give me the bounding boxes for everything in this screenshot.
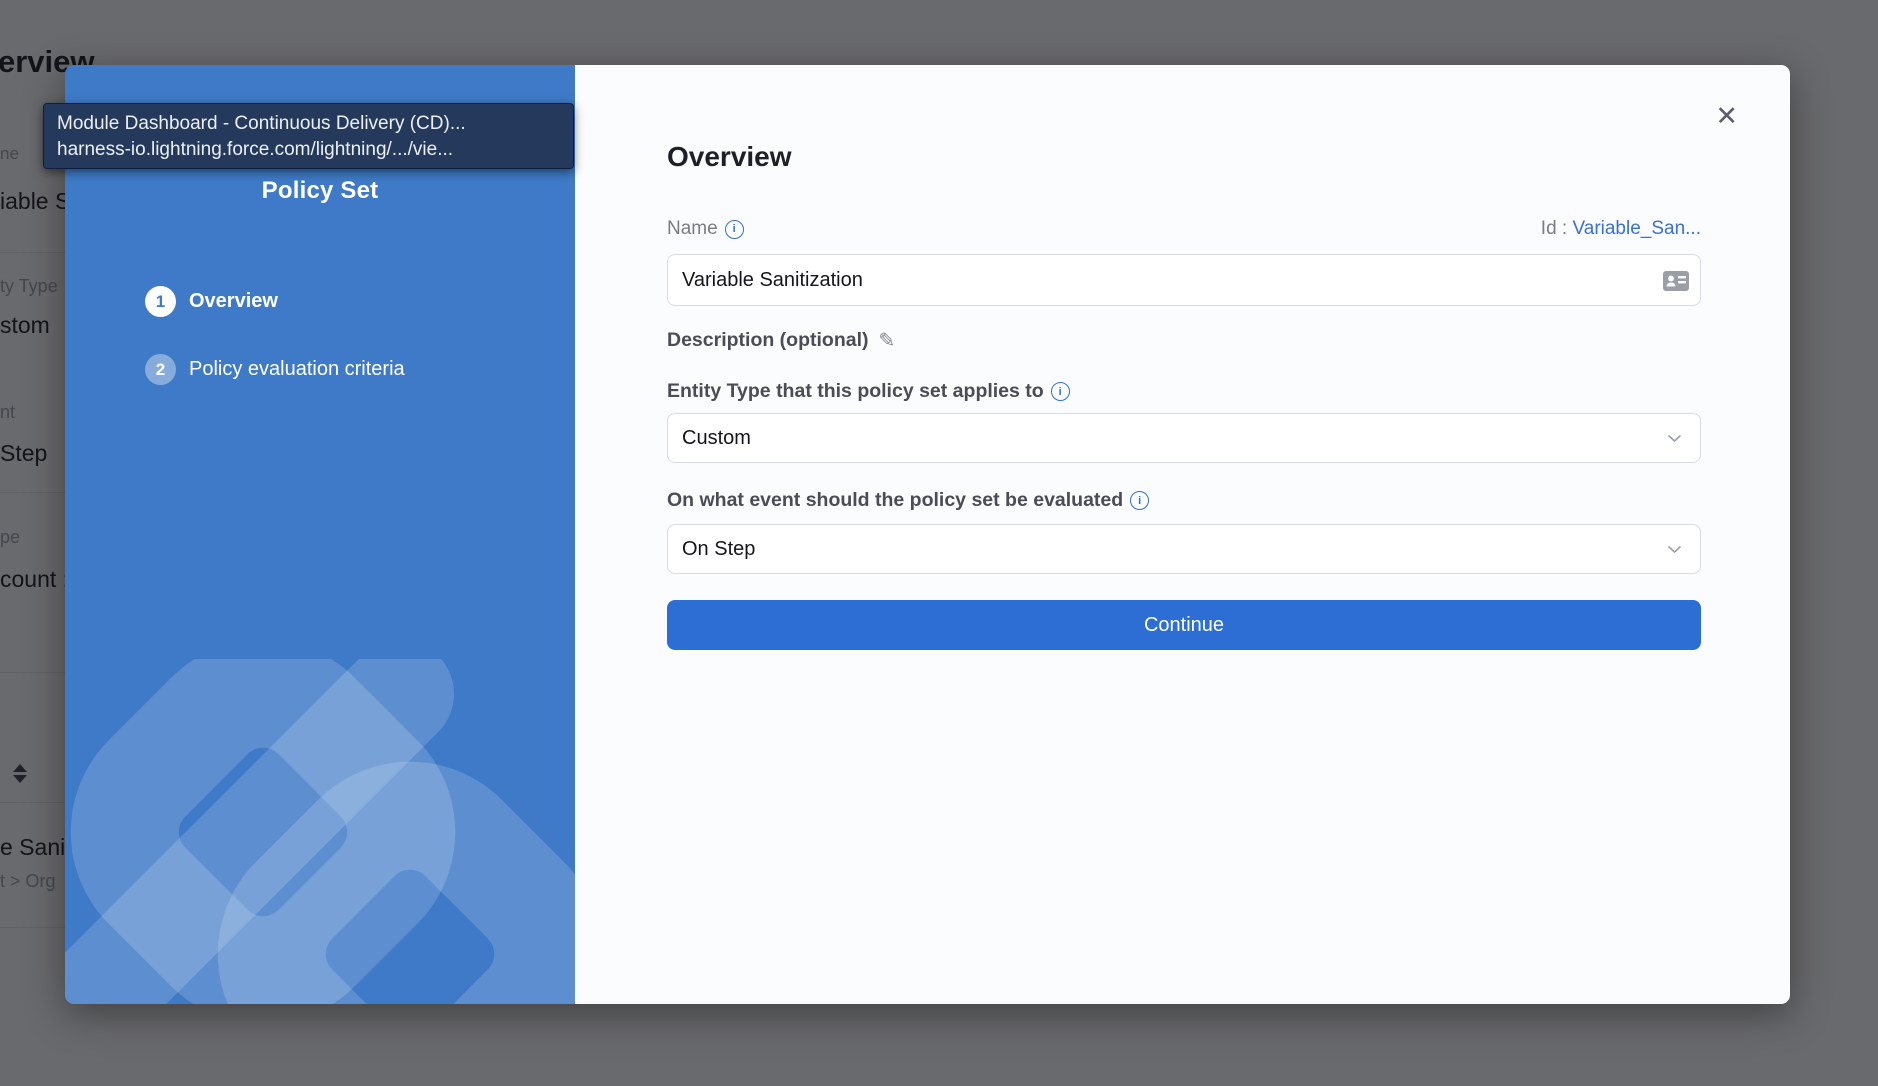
step-number-badge: 1 bbox=[145, 286, 176, 317]
event-label-row: On what event should the policy set be e… bbox=[667, 489, 1149, 512]
tooltip-url: harness-io.lightning.force.com/lightning… bbox=[57, 137, 560, 163]
event-value: On Step bbox=[682, 538, 755, 561]
step-label: Overview bbox=[189, 290, 278, 313]
entity-type-select[interactable]: Custom bbox=[667, 413, 1701, 463]
event-label: On what event should the policy set be e… bbox=[667, 489, 1123, 512]
entity-type-label: Entity Type that this policy set applies… bbox=[667, 380, 1044, 403]
info-icon[interactable]: i bbox=[1130, 491, 1149, 510]
entity-type-value: Custom bbox=[682, 427, 751, 450]
page-title: Overview bbox=[667, 141, 792, 173]
id-prefix-label: Id : bbox=[1541, 218, 1567, 239]
link-preview-tooltip: Module Dashboard - Continuous Delivery (… bbox=[43, 103, 574, 169]
id-value-link[interactable]: Variable_San... bbox=[1572, 218, 1701, 239]
wizard-title: Policy Set bbox=[65, 177, 575, 205]
contact-card-icon[interactable] bbox=[1663, 271, 1689, 296]
chevron-down-icon bbox=[1667, 434, 1682, 443]
event-select[interactable]: On Step bbox=[667, 524, 1701, 574]
policy-set-modal: Policy Set 1 Overview 2 Policy evaluatio… bbox=[65, 65, 1790, 1004]
description-label-row: Description (optional) ✎ bbox=[667, 328, 895, 353]
harness-logo-watermark bbox=[65, 659, 575, 1004]
overview-form-panel: ✕ Overview Name i Id : Variable_San... bbox=[575, 65, 1790, 1004]
screen: erview ne iable S ty Type stom nt Step p… bbox=[0, 0, 1878, 1086]
wizard-step-policy-evaluation-criteria[interactable]: 2 Policy evaluation criteria bbox=[145, 354, 405, 385]
wizard-steps: 1 Overview 2 Policy evaluation criteria bbox=[145, 286, 405, 422]
wizard-sidebar: Policy Set 1 Overview 2 Policy evaluatio… bbox=[65, 65, 575, 1004]
step-number-badge: 2 bbox=[145, 354, 176, 385]
continue-button[interactable]: Continue bbox=[667, 600, 1701, 650]
chevron-down-icon bbox=[1667, 545, 1682, 554]
name-input[interactable] bbox=[667, 254, 1701, 306]
entity-type-label-row: Entity Type that this policy set applies… bbox=[667, 380, 1070, 403]
name-label-row: Name i Id : Variable_San... bbox=[667, 218, 1701, 240]
name-label: Name bbox=[667, 218, 718, 240]
wizard-step-overview[interactable]: 1 Overview bbox=[145, 286, 405, 317]
entity-id: Id : Variable_San... bbox=[1541, 218, 1701, 240]
info-icon[interactable]: i bbox=[1051, 382, 1070, 401]
close-icon[interactable]: ✕ bbox=[1715, 103, 1738, 130]
tooltip-title: Module Dashboard - Continuous Delivery (… bbox=[57, 111, 560, 137]
info-icon[interactable]: i bbox=[725, 220, 744, 239]
description-label: Description (optional) bbox=[667, 329, 869, 352]
step-label: Policy evaluation criteria bbox=[189, 358, 405, 381]
edit-pencil-icon[interactable]: ✎ bbox=[879, 328, 896, 353]
